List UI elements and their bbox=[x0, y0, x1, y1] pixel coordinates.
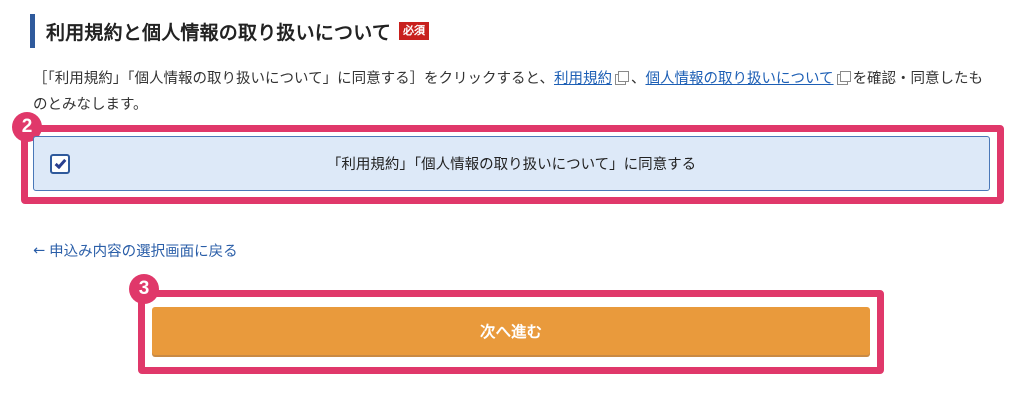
required-badge: 必須 bbox=[399, 22, 430, 40]
privacy-policy-link[interactable]: 個人情報の取り扱いについて bbox=[645, 71, 833, 87]
terms-link[interactable]: 利用規約 bbox=[554, 71, 612, 87]
agree-checkbox[interactable] bbox=[50, 154, 70, 174]
checkmark-icon bbox=[54, 156, 66, 169]
next-button[interactable]: 次へ進む bbox=[152, 307, 870, 355]
description-separator: 、 bbox=[630, 71, 646, 87]
section-title: 利用規約と個人情報の取り扱いについて bbox=[46, 21, 392, 44]
agree-checkbox-label: 「利用規約」「個人情報の取り扱いについて」に同意する bbox=[326, 157, 697, 173]
back-to-selection-link[interactable]: ← 申込み内容の選択画面に戻る bbox=[33, 240, 238, 261]
back-link-label: 申込み内容の選択画面に戻る bbox=[49, 244, 238, 260]
step-3-badge: 3 bbox=[129, 274, 159, 304]
left-arrow-icon: ← bbox=[33, 242, 46, 259]
agreement-description: ［「利用規約」「個人情報の取り扱いについて」に同意する］をクリックすると、利用規… bbox=[33, 66, 993, 118]
agree-checkbox-row[interactable]: 「利用規約」「個人情報の取り扱いについて」に同意する bbox=[33, 136, 990, 191]
description-text-1: ［「利用規約」「個人情報の取り扱いについて」に同意する］をクリックすると、 bbox=[33, 71, 554, 87]
external-window-icon bbox=[614, 71, 629, 85]
terms-agreement-section: 利用規約と個人情報の取り扱いについて 必須 ［「利用規約」「個人情報の取り扱いに… bbox=[0, 0, 1024, 408]
external-window-icon bbox=[836, 71, 851, 85]
section-heading: 利用規約と個人情報の取り扱いについて 必須 bbox=[30, 14, 430, 48]
